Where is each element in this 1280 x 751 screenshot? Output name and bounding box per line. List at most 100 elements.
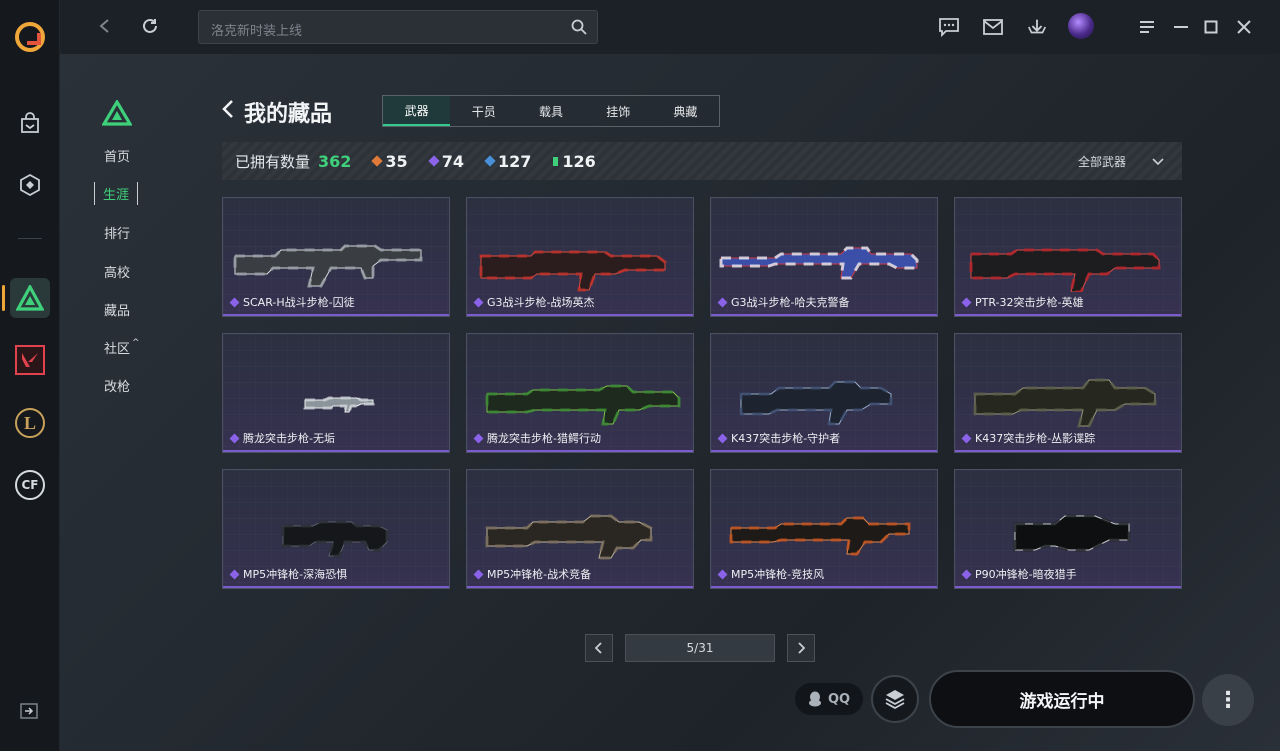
weapon-name: MP5冲锋枪-战术竞备 — [487, 568, 592, 581]
rarity-diamond-icon — [961, 297, 972, 307]
chat-icon[interactable] — [938, 16, 960, 38]
launch-game-button[interactable]: 游戏运行中 — [929, 670, 1195, 728]
rarity-diamond-icon — [229, 569, 240, 579]
more-button[interactable]: ⋮ — [1202, 674, 1254, 726]
plugin-icon[interactable] — [16, 171, 44, 199]
collection-card[interactable]: MP5冲锋枪-深海恐惧 — [222, 469, 450, 589]
orange-diamond-icon — [371, 155, 384, 167]
nav-item-home[interactable]: 首页 — [104, 146, 130, 165]
tier-stat-green: 126 — [553, 152, 596, 171]
nav-item-university[interactable]: 高校 — [104, 262, 130, 281]
delta-force-brand-icon — [101, 98, 133, 130]
tier-stat-purple: 74 — [428, 151, 464, 171]
card-title: MP5冲锋枪-竞技风 — [717, 566, 824, 582]
card-title: K437突击步枪-丛影谍踪 — [961, 430, 1095, 446]
main-content: 首页 生涯 排行 高校 藏品 社区 ^ 改枪 我的藏品 武器 干员 载具 挂饰 典… — [60, 54, 1280, 751]
rarity-diamond-icon — [717, 433, 728, 443]
category-tabs: 武器 干员 载具 挂饰 典藏 — [382, 95, 720, 127]
nav-item-collection[interactable]: 藏品 — [104, 300, 130, 319]
nav-item-ranking[interactable]: 排行 — [104, 223, 130, 242]
weapon-name: MP5冲锋枪-深海恐惧 — [243, 568, 348, 581]
filter-label: 全部武器 — [1077, 155, 1126, 169]
valorant-game-icon[interactable] — [10, 340, 50, 380]
tab-vehicles[interactable]: 载具 — [517, 96, 584, 126]
weapon-image — [233, 244, 423, 288]
layers-button[interactable] — [871, 675, 919, 723]
weapon-name: PTR-32突击步枪-英雄 — [975, 296, 1084, 309]
weapon-name: 腾龙突击步枪-无垢 — [243, 432, 335, 445]
weapon-name: SCAR-H战斗步枪-囚徒 — [243, 296, 355, 309]
collection-card[interactable]: PTR-32突击步枪-英雄 — [954, 197, 1182, 317]
collection-card[interactable]: G3战斗步枪-战场英杰 — [466, 197, 694, 317]
delta-force-game-icon[interactable] — [10, 278, 50, 318]
search-icon[interactable] — [571, 19, 587, 39]
weapon-image — [719, 246, 919, 280]
nav-item-community[interactable]: 社区 ^ — [104, 338, 140, 357]
collection-grid: SCAR-H战斗步枪-囚徒 G3战斗步枪-战场英杰 G3战斗步枪-哈夫克警备 PTR-… — [222, 197, 1182, 589]
card-title: MP5冲锋枪-深海恐惧 — [229, 566, 348, 582]
rarity-diamond-icon — [717, 569, 728, 579]
download-icon[interactable] — [1026, 16, 1048, 38]
tier-count: 35 — [385, 151, 408, 171]
nav-item-career[interactable]: 生涯 — [94, 182, 139, 205]
collection-card[interactable]: MP5冲锋枪-竞技风 — [710, 469, 938, 589]
weapon-image — [303, 396, 375, 414]
card-title: PTR-32突击步枪-英雄 — [961, 294, 1084, 310]
back-icon[interactable] — [94, 15, 116, 37]
rarity-diamond-icon — [473, 433, 484, 443]
page-indicator: 5/31 — [625, 634, 775, 662]
store-icon[interactable] — [16, 110, 44, 138]
collection-card[interactable]: 腾龙突击步枪-猎鳄行动 — [466, 333, 694, 453]
user-avatar[interactable] — [1068, 13, 1094, 39]
next-page-button[interactable] — [787, 634, 815, 662]
rail-divider — [18, 238, 42, 239]
weapon-image — [739, 380, 893, 426]
collection-card[interactable]: 腾龙突击步枪-无垢 — [222, 333, 450, 453]
weapon-filter-dropdown[interactable]: 全部武器 — [1078, 153, 1164, 170]
tier-count: 74 — [441, 151, 464, 171]
green-tier-icon — [553, 156, 559, 166]
collapse-rail-icon[interactable] — [20, 703, 38, 723]
collection-card[interactable]: MP5冲锋枪-战术竞备 — [466, 469, 694, 589]
qq-button[interactable]: QQ — [795, 683, 863, 715]
layers-icon — [885, 690, 905, 710]
collection-card[interactable]: SCAR-H战斗步枪-囚徒 — [222, 197, 450, 317]
qq-penguin-icon — [808, 691, 821, 707]
tab-operators[interactable]: 干员 — [450, 96, 517, 126]
mail-icon[interactable] — [982, 16, 1004, 38]
search-box[interactable]: 洛克新时装上线 — [198, 10, 598, 44]
collection-card[interactable]: K437突击步枪-守护者 — [710, 333, 938, 453]
app-logo-icon[interactable] — [15, 22, 45, 52]
tab-collector[interactable]: 典藏 — [652, 96, 719, 126]
active-indicator — [2, 285, 5, 311]
weapon-image — [281, 520, 389, 558]
search-input[interactable]: 洛克新时装上线 — [211, 20, 302, 39]
purple-diamond-icon — [428, 155, 440, 167]
weapon-image — [729, 516, 911, 556]
weapon-name: G3战斗步枪-战场英杰 — [487, 296, 595, 309]
card-title: G3战斗步枪-哈夫克警备 — [717, 294, 850, 310]
league-of-legends-game-icon[interactable]: L — [10, 403, 50, 443]
weapon-name: P90冲锋枪-暗夜猎手 — [975, 568, 1077, 581]
refresh-icon[interactable] — [139, 15, 161, 37]
card-title: P90冲锋枪-暗夜猎手 — [961, 566, 1077, 582]
menu-icon[interactable] — [1136, 16, 1158, 38]
rarity-diamond-icon — [229, 433, 240, 443]
tab-charms[interactable]: 挂饰 — [585, 96, 652, 126]
weapon-name: G3战斗步枪-哈夫克警备 — [731, 296, 850, 309]
collection-card[interactable]: G3战斗步枪-哈夫克警备 — [710, 197, 938, 317]
close-icon[interactable] — [1233, 16, 1255, 38]
top-bar: 洛克新时装上线 — [60, 0, 1280, 54]
prev-page-button[interactable] — [585, 634, 613, 662]
minimize-icon[interactable] — [1170, 16, 1192, 38]
maximize-icon[interactable] — [1200, 16, 1222, 38]
back-chevron-icon[interactable] — [222, 99, 234, 125]
crossfire-game-icon[interactable]: CF — [10, 465, 50, 505]
collection-card[interactable]: K437突击步枪-丛影谍踪 — [954, 333, 1182, 453]
weapon-image — [1013, 514, 1131, 552]
collection-card[interactable]: P90冲锋枪-暗夜猎手 — [954, 469, 1182, 589]
blue-diamond-icon — [484, 155, 496, 167]
tab-weapons[interactable]: 武器 — [383, 96, 451, 126]
nav-item-gunsmith[interactable]: 改枪 — [104, 376, 130, 395]
chevron-up-icon: ^ — [132, 338, 140, 348]
